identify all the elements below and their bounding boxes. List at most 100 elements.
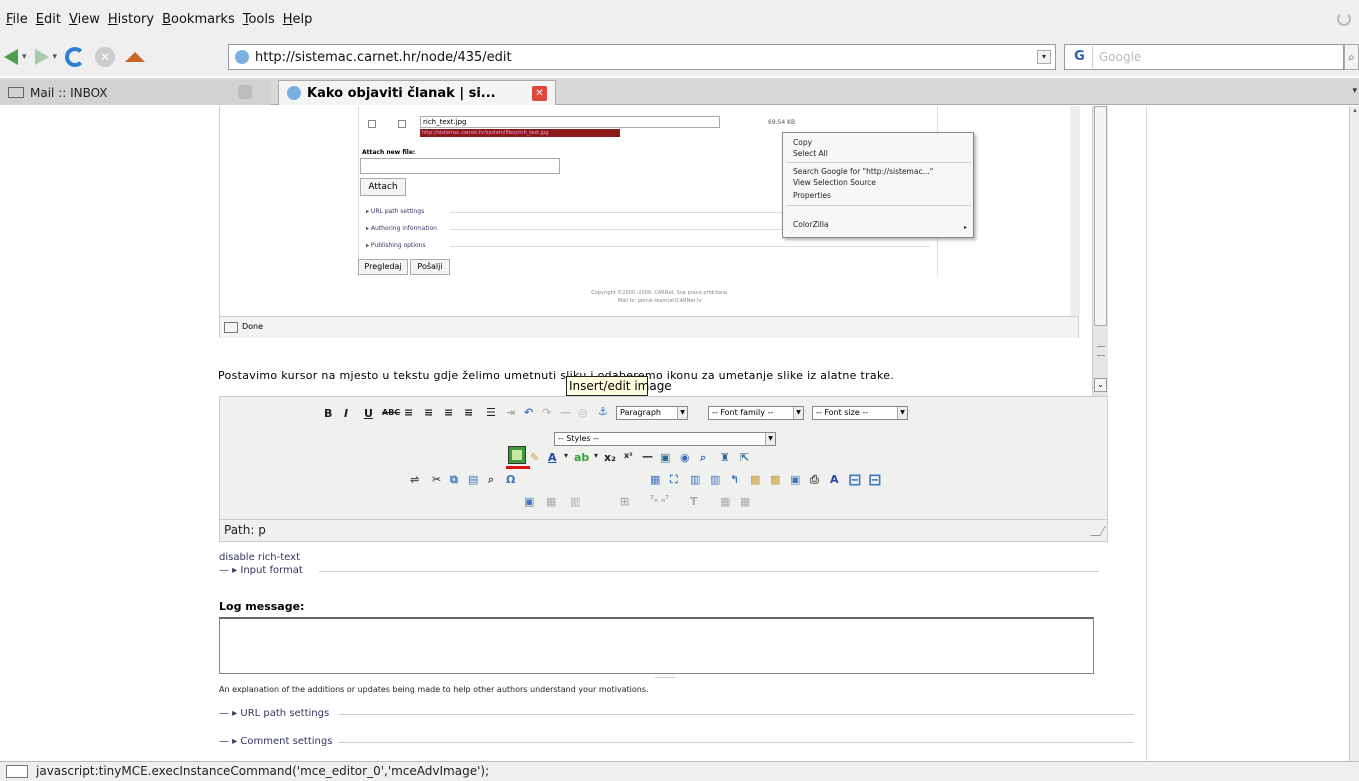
paste-icon[interactable]: ▤ <box>468 473 478 486</box>
editor-scrollbar[interactable]: ⌄ <box>1092 106 1108 396</box>
google-engine-icon[interactable]: G <box>1067 46 1093 68</box>
fullscreen-icon[interactable]: ⛶ <box>670 473 678 487</box>
print-icon[interactable]: ⎙ <box>810 473 819 487</box>
indent-icon[interactable]: ⇥ <box>506 406 515 419</box>
insert-disabled-icon[interactable]: T <box>690 495 698 508</box>
help-icon[interactable]: ◉ <box>680 451 690 464</box>
row-after-icon[interactable]: ▥ <box>710 473 720 486</box>
font-size-select[interactable]: -- Font size -- ▼ <box>812 406 908 420</box>
menu-edit[interactable]: Edit <box>36 12 61 27</box>
home-button[interactable] <box>125 43 146 71</box>
search-placeholder[interactable]: Google <box>1099 50 1141 64</box>
search-icon[interactable]: ⌕ <box>488 473 494 487</box>
superscript-icon[interactable]: x² <box>624 451 633 460</box>
url-path-settings-fieldset[interactable]: — ▸ URL path settings <box>219 708 1134 719</box>
copy-icon[interactable]: ⧉ <box>450 473 458 487</box>
chevron-down-icon: ▼ <box>793 407 803 419</box>
special-char-icon[interactable]: Ω <box>506 473 515 486</box>
search-go-button[interactable]: ⌕ <box>1344 44 1359 70</box>
undo-icon[interactable]: ↶ <box>524 406 533 419</box>
back-button[interactable] <box>4 43 18 71</box>
row-before-icon[interactable]: ▥ <box>690 473 700 486</box>
col-before-icon[interactable]: ▩ <box>750 473 760 486</box>
tab-close-icon[interactable]: ✕ <box>532 86 547 101</box>
log-message-textarea[interactable] <box>219 617 1094 678</box>
comment-settings-fieldset[interactable]: — ▸ Comment settings <box>219 736 1134 747</box>
back-history-dropdown-icon[interactable]: ▾ <box>22 52 27 62</box>
subscript-disabled-icon[interactable]: ⁷ₙ ₙ⁷ <box>650 495 669 505</box>
cleanup-icon[interactable]: ◎ <box>578 406 588 419</box>
page-break-icon[interactable]: ⊟ <box>868 470 881 489</box>
delete-col-icon[interactable]: ▣ <box>790 473 800 486</box>
grid2-disabled-icon[interactable]: ▦ <box>740 495 750 508</box>
align-justify-icon[interactable]: ≡ <box>464 406 473 419</box>
redo-icon[interactable]: ↷ <box>542 406 551 419</box>
unlink-icon[interactable]: — <box>560 406 571 419</box>
font-family-select[interactable]: -- Font family -- ▼ <box>708 406 804 420</box>
subscript-icon[interactable]: x₂ <box>604 451 616 464</box>
table-icon[interactable]: ▦ <box>650 473 660 486</box>
menu-bookmarks[interactable]: Bookmarks <box>162 12 235 27</box>
strikethrough-icon[interactable]: ABC <box>382 408 400 417</box>
stop-button[interactable]: ✕ <box>95 43 116 71</box>
merge-cell-icon[interactable]: ⊞ <box>620 495 629 508</box>
menu-view[interactable]: View <box>69 12 100 27</box>
textarea-grip-icon[interactable] <box>655 677 675 679</box>
insert-layer-icon[interactable]: ⊟ <box>848 470 861 489</box>
grid-disabled-icon[interactable]: ▦ <box>720 495 730 508</box>
bold-icon[interactable]: B <box>324 407 332 420</box>
url-text[interactable]: http://sistemac.carnet.hr/node/435/edit <box>255 50 512 65</box>
paste-text-icon[interactable]: ▣ <box>660 451 670 464</box>
search-box[interactable]: G Google <box>1064 44 1344 70</box>
resize-handle-icon[interactable] <box>1090 526 1106 536</box>
split-cell-icon[interactable]: ▥ <box>570 495 580 508</box>
col-after-icon[interactable]: ▩ <box>770 473 780 486</box>
url-bar[interactable]: http://sistemac.carnet.hr/node/435/edit … <box>228 44 1056 70</box>
link-icon[interactable]: ⇌ <box>410 473 419 486</box>
font-icon[interactable]: A <box>830 473 839 486</box>
page-scrollbar[interactable]: ▴ <box>1349 106 1359 761</box>
editor-path-bar: Path: p <box>219 520 1108 542</box>
log-message-label: Log message: <box>219 600 305 613</box>
menu-help[interactable]: Help <box>283 12 313 27</box>
cleanup-brush-icon[interactable]: ✎ <box>530 451 539 464</box>
scroll-thumb[interactable] <box>1094 106 1107 326</box>
reload-button[interactable] <box>65 43 86 71</box>
table-props-icon[interactable]: ▦ <box>546 495 556 508</box>
forecolor-dropdown-icon[interactable]: ▾ <box>564 451 568 460</box>
forward-button[interactable] <box>34 43 49 71</box>
tab-list-dropdown-icon[interactable]: ▾ <box>1352 86 1357 96</box>
find-icon[interactable]: ♜ <box>720 451 730 464</box>
tab-mail-inbox[interactable]: Mail :: INBOX <box>0 80 270 105</box>
italic-icon[interactable]: I <box>344 407 348 420</box>
edit-source-icon[interactable]: ▣ <box>524 495 534 508</box>
align-right-icon[interactable]: ≡ <box>444 406 453 419</box>
horizontal-rule-icon[interactable]: — <box>642 450 653 463</box>
menu-tools[interactable]: Tools <box>243 12 275 27</box>
insert-image-button[interactable] <box>508 446 526 464</box>
delete-row-icon[interactable]: ↰ <box>730 473 739 486</box>
menu-history[interactable]: History <box>108 12 154 27</box>
underline-icon[interactable]: U <box>364 407 373 420</box>
forecolor-icon[interactable]: A <box>548 451 557 464</box>
styles-select[interactable]: -- Styles -- ▼ <box>554 432 776 446</box>
tab-kako-objaviti[interactable]: Kako objaviti članak | si... ✕ <box>278 80 556 105</box>
align-center-icon[interactable]: ≡ <box>424 406 433 419</box>
visual-aid-icon[interactable]: ⇱ <box>740 451 749 464</box>
bullet-list-icon[interactable]: ☰ <box>486 406 496 419</box>
tab-close-icon[interactable] <box>238 85 252 99</box>
input-format-fieldset[interactable]: — ▸ Input format <box>219 565 1099 576</box>
url-history-dropdown-icon[interactable]: ▾ <box>1037 50 1051 64</box>
search-replace-icon[interactable]: ⌕ <box>700 451 706 465</box>
disable-rich-text-link[interactable]: disable rich-text <box>219 552 300 563</box>
align-left-icon[interactable]: ≡ <box>404 406 413 419</box>
format-select[interactable]: Paragraph ▼ <box>616 406 688 420</box>
backcolor-dropdown-icon[interactable]: ▾ <box>594 451 598 460</box>
anchor-icon[interactable]: ⚓ <box>598 405 608 418</box>
menu-file[interactable]: File <box>6 12 28 27</box>
scroll-up-icon[interactable]: ▴ <box>1350 106 1359 118</box>
forward-history-dropdown-icon[interactable]: ▾ <box>53 52 58 62</box>
backcolor-icon[interactable]: ab <box>574 451 589 464</box>
file-name-field: rich_text.jpg <box>420 116 720 128</box>
cut-icon[interactable]: ✂ <box>432 473 441 486</box>
